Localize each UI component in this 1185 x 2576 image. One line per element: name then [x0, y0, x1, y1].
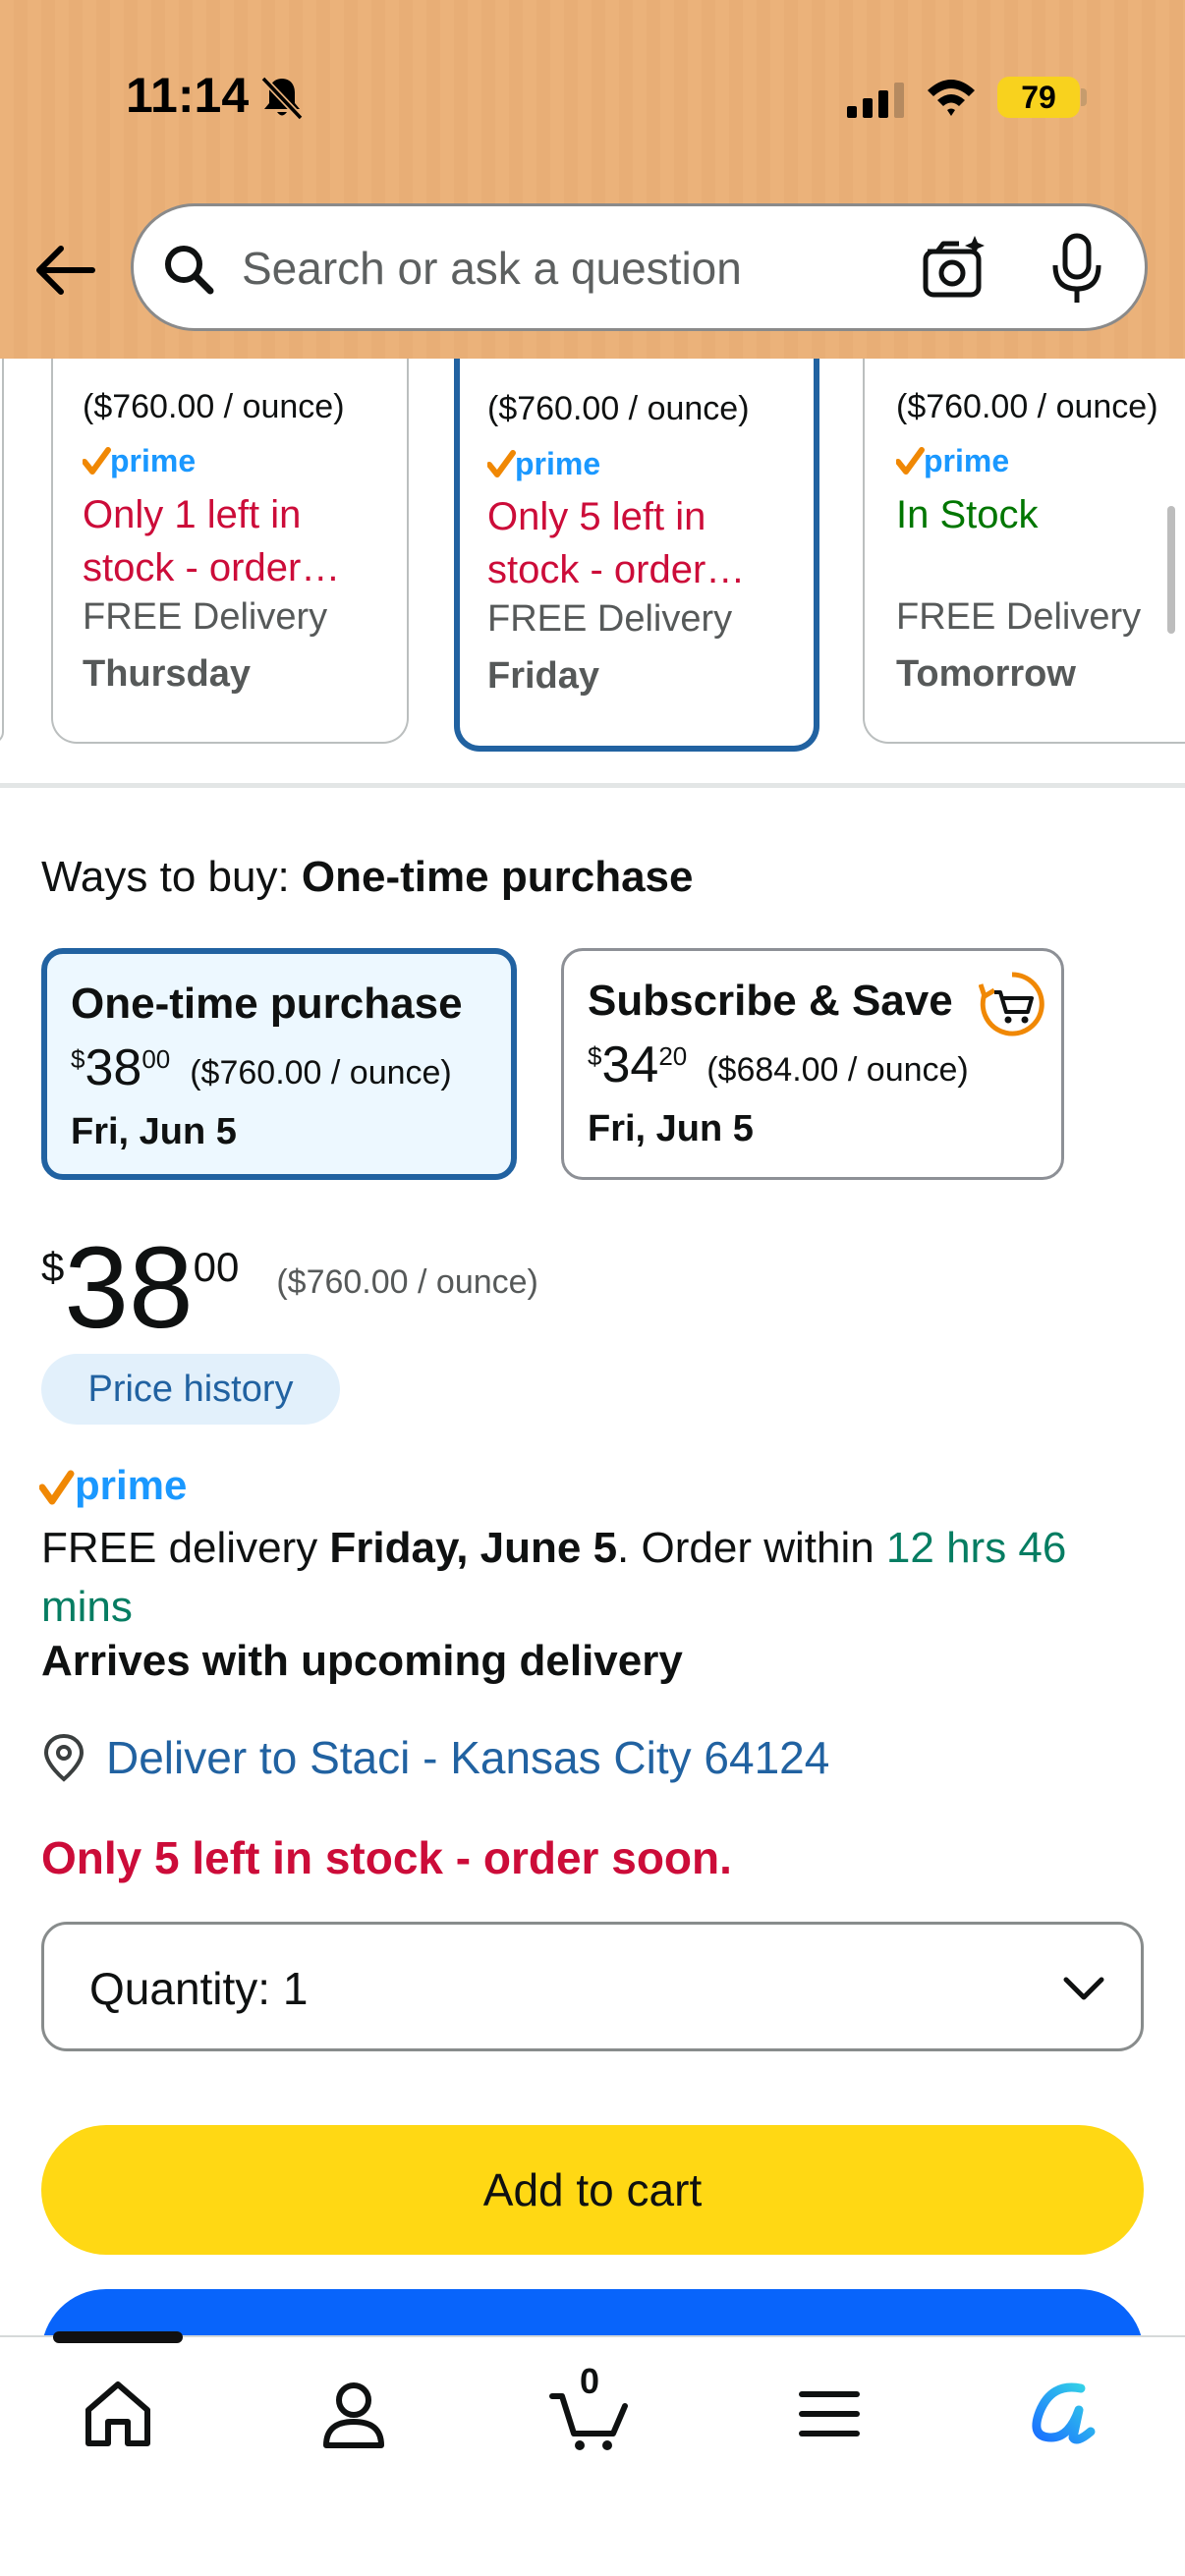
- microphone-icon[interactable]: [1049, 232, 1104, 307]
- rufus-assistant-icon[interactable]: [1022, 2373, 1104, 2455]
- svg-text:prime: prime: [75, 1462, 187, 1508]
- search-bar[interactable]: [131, 203, 1148, 331]
- offer-stock-status: In Stock: [896, 493, 1039, 536]
- delivery-message: FREE delivery Friday, June 5. Order with…: [41, 1519, 1152, 1637]
- offer-card-selected[interactable]: ($760.00 / ounce) prime Only 5 left in s…: [454, 359, 819, 752]
- prime-logo-icon: prime: [487, 446, 600, 481]
- option-unit-price: ($760.00 / ounce): [190, 1054, 452, 1092]
- option-price-currency: $: [71, 1044, 85, 1074]
- option-title: Subscribe & Save: [588, 977, 953, 1025]
- offer-delivery-label: FREE Delivery: [896, 596, 1142, 638]
- option-price-whole: 38: [85, 1039, 142, 1096]
- search-input[interactable]: [242, 234, 890, 303]
- nav-active-indicator: [53, 2331, 183, 2343]
- price-currency: $: [41, 1244, 65, 1290]
- battery-indicator: 79: [997, 77, 1080, 118]
- price-fraction: 00: [193, 1244, 240, 1290]
- option-title: One-time purchase: [71, 980, 463, 1028]
- one-time-purchase-option[interactable]: One-time purchase $ 38 00 ($760.00 / oun…: [41, 948, 517, 1180]
- subscribe-and-save-option[interactable]: Subscribe & Save $ 34 20 ($684.00 / ounc…: [561, 948, 1064, 1180]
- bell-off-icon: [260, 76, 304, 121]
- search-icon: [165, 246, 214, 295]
- price-history-button[interactable]: Price history: [41, 1354, 340, 1425]
- battery-tip: [1081, 88, 1087, 106]
- price-display: $ 38 00 ($760.00 / ounce): [41, 1230, 538, 1346]
- home-icon[interactable]: [77, 2373, 159, 2455]
- svg-text:prime: prime: [515, 446, 600, 481]
- option-price-whole: 34: [601, 1036, 659, 1093]
- status-time: 11:14: [126, 68, 250, 123]
- account-icon[interactable]: [312, 2373, 395, 2455]
- offer-card-partial[interactable]: [0, 359, 4, 744]
- quantity-dropdown[interactable]: Quantity: 1: [41, 1922, 1144, 2051]
- delivery-prefix: FREE delivery: [41, 1524, 330, 1572]
- offer-delivery-day: Thursday: [83, 653, 252, 695]
- ways-to-buy-selected: One-time purchase: [301, 853, 694, 901]
- quantity-value: 1: [282, 1963, 309, 2014]
- scrollbar[interactable]: [1167, 506, 1175, 634]
- bottom-nav: 0: [0, 2331, 1185, 2576]
- stock-alert: Only 5 left in stock - order soon.: [41, 1832, 732, 1883]
- price-unit: ($760.00 / ounce): [276, 1263, 538, 1301]
- offers-carousel[interactable]: ($760.00 / ounce) prime Only 1 left in s…: [0, 359, 1185, 786]
- offer-unit-price: ($760.00 / ounce): [83, 388, 345, 425]
- cart-tab[interactable]: 0: [548, 2361, 631, 2455]
- option-price: $ 38 00 ($760.00 / ounce): [71, 1042, 487, 1093]
- prime-logo-icon: prime: [39, 1462, 187, 1508]
- option-price: $ 34 20 ($684.00 / ounce): [588, 1039, 1038, 1091]
- wifi-icon: [928, 80, 975, 116]
- offer-stock-status: Only 1 left in stock - order…: [83, 493, 341, 589]
- offer-delivery-label: FREE Delivery: [83, 596, 328, 638]
- quantity-label: Quantity: 1: [89, 1962, 308, 2015]
- back-arrow-icon[interactable]: [31, 241, 96, 300]
- header: 11:14 79: [0, 0, 1185, 359]
- subscribe-cart-icon: [979, 972, 1044, 1036]
- menu-icon[interactable]: [788, 2373, 871, 2455]
- offer-card[interactable]: ($760.00 / ounce) prime In Stock FREE De…: [863, 359, 1185, 744]
- arrives-message: Arrives with upcoming delivery: [41, 1637, 683, 1685]
- location-pin-icon: [43, 1733, 85, 1782]
- deliver-to-link[interactable]: Deliver to Staci - Kansas City 64124: [106, 1731, 829, 1784]
- offer-unit-price: ($760.00 / ounce): [487, 390, 750, 427]
- option-date: Fri, Jun 5: [588, 1108, 754, 1149]
- chevron-down-icon: [1063, 1977, 1104, 2000]
- offer-delivery-day: Friday: [487, 655, 600, 697]
- option-price-fraction: 00: [141, 1044, 171, 1074]
- offer-stock-status: Only 5 left in stock - order…: [487, 495, 746, 591]
- ways-to-buy-label: Ways to buy:: [41, 853, 290, 901]
- add-to-cart-button[interactable]: Add to cart: [41, 2125, 1144, 2255]
- offer-unit-price: ($760.00 / ounce): [896, 388, 1158, 425]
- delivery-date: Friday, June 5: [329, 1524, 618, 1572]
- option-price-fraction: 20: [658, 1041, 688, 1071]
- delivery-middle: . Order within: [617, 1524, 886, 1572]
- offer-delivery-day: Tomorrow: [896, 653, 1076, 695]
- prime-logo-icon: prime: [896, 443, 1009, 478]
- cart-icon: [549, 2393, 628, 2450]
- prime-logo-icon: prime: [83, 443, 196, 478]
- option-unit-price: ($684.00 / ounce): [706, 1051, 969, 1089]
- quantity-label-text: Quantity:: [89, 1963, 271, 2014]
- option-date: Fri, Jun 5: [71, 1111, 237, 1152]
- ways-to-buy-heading: Ways to buy: One-time purchase: [41, 853, 693, 902]
- svg-text:prime: prime: [924, 443, 1009, 478]
- camera-lens-icon[interactable]: [920, 234, 987, 301]
- cellular-signal-icon: [847, 83, 904, 118]
- offer-delivery-label: FREE Delivery: [487, 598, 733, 640]
- offer-card[interactable]: ($760.00 / ounce) prime Only 1 left in s…: [51, 359, 409, 744]
- svg-text:prime: prime: [110, 443, 196, 478]
- price-whole: 38: [64, 1223, 194, 1353]
- divider: [0, 783, 1185, 788]
- option-price-currency: $: [588, 1041, 602, 1071]
